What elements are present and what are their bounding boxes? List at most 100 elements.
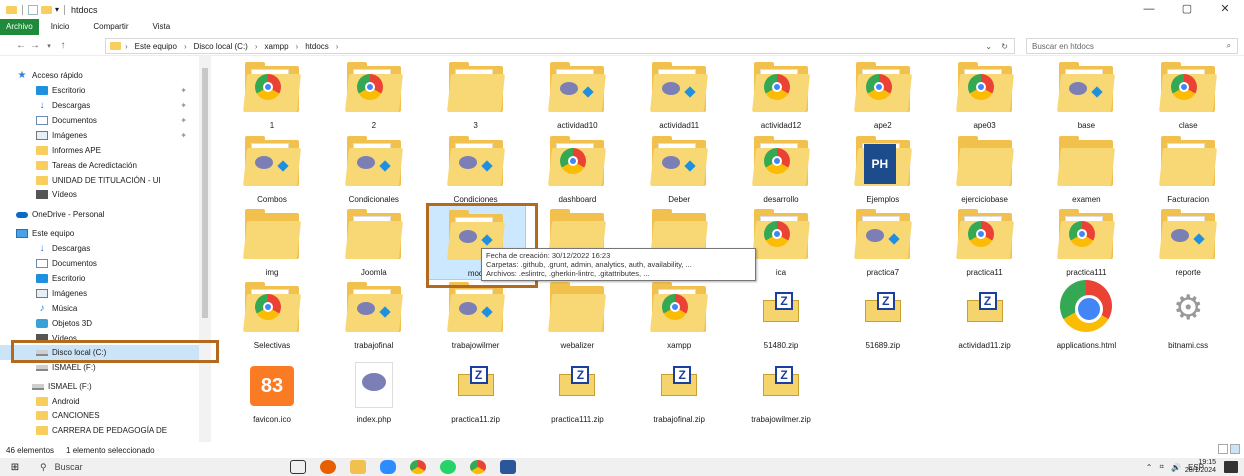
sidebar-item[interactable]: Android xyxy=(0,394,205,409)
sidebar-item[interactable]: Este equipo xyxy=(0,226,205,241)
file-item[interactable]: Facturacion xyxy=(1138,132,1238,207)
file-item[interactable]: Ztrabajowilmer.zip xyxy=(731,352,831,427)
file-item[interactable]: reporte xyxy=(1138,205,1238,280)
breadcrumb-htdocs[interactable]: htdocs xyxy=(302,42,332,51)
sidebar-item[interactable]: OneDrive - Personal xyxy=(0,207,205,222)
file-item[interactable]: 83 favicon.ico xyxy=(222,352,322,427)
scrollbar-thumb[interactable] xyxy=(202,68,208,318)
whatsapp-icon[interactable] xyxy=(440,460,456,474)
file-item[interactable]: Joomla xyxy=(324,205,424,280)
file-item[interactable]: practica111 xyxy=(1036,205,1136,280)
file-item[interactable]: Condiciones xyxy=(426,132,526,207)
network-icon[interactable]: ⌗ xyxy=(1160,462,1165,472)
new-folder-icon[interactable] xyxy=(41,5,52,14)
sidebar-item[interactable]: Tareas de Acredictación xyxy=(0,158,205,173)
file-item[interactable]: img xyxy=(222,205,322,280)
file-item[interactable]: trabajowilmer xyxy=(426,278,526,353)
sidebar-item[interactable]: ↓ Descargas ✦ xyxy=(0,98,205,113)
file-item[interactable]: ape2 xyxy=(833,58,933,133)
file-item[interactable]: ape03 xyxy=(935,58,1035,133)
sidebar-item[interactable]: ★ Acceso rápido xyxy=(0,68,205,83)
breadcrumb-xampp[interactable]: xampp xyxy=(262,42,292,51)
sidebar-item[interactable]: Imágenes ✦ xyxy=(0,128,205,143)
file-item[interactable]: Selectivas xyxy=(222,278,322,353)
sidebar-item[interactable]: Documentos ✦ xyxy=(0,113,205,128)
file-item[interactable]: Z 51480.zip xyxy=(731,278,831,353)
sidebar-item[interactable]: Informes APE xyxy=(0,143,205,158)
breadcrumb-disco-local[interactable]: Disco local (C:) xyxy=(191,42,251,51)
tab-vista[interactable]: Vista xyxy=(141,19,183,35)
sidebar-item[interactable]: UNIDAD DE TITULACIÓN - UI xyxy=(0,173,205,188)
back-arrow-icon[interactable]: ← xyxy=(14,40,28,51)
up-arrow-icon[interactable]: ↑ xyxy=(56,40,70,51)
maximize-button[interactable]: ▢ xyxy=(1168,0,1206,19)
sidebar-item[interactable]: Escritorio ✦ xyxy=(0,83,205,98)
file-item[interactable]: Deber xyxy=(629,132,729,207)
nav-scrollbar[interactable] xyxy=(199,56,211,442)
sidebar-item[interactable]: ↓ Descargas xyxy=(0,241,205,256)
task-view-icon[interactable] xyxy=(290,460,306,474)
file-item[interactable]: desarrollo xyxy=(731,132,831,207)
customize-toolbar-icon[interactable]: ▾ xyxy=(55,5,59,14)
file-item[interactable]: Z 51689.zip xyxy=(833,278,933,353)
forward-arrow-icon[interactable]: → xyxy=(28,40,42,51)
chrome-icon[interactable] xyxy=(410,460,426,474)
file-item[interactable]: index.php xyxy=(324,352,424,427)
file-item[interactable]: PH Ejemplos xyxy=(833,132,933,207)
sidebar-item[interactable]: Escritorio xyxy=(0,271,205,286)
large-icons-view-icon[interactable] xyxy=(1230,444,1240,454)
file-item[interactable]: base xyxy=(1036,58,1136,133)
file-item[interactable]: 3 xyxy=(426,58,526,133)
sidebar-item[interactable]: Objetos 3D xyxy=(0,316,205,331)
file-item[interactable]: Zactividad11.zip xyxy=(935,278,1035,353)
file-item[interactable]: practica11 xyxy=(935,205,1035,280)
chevron-up-icon[interactable]: ⌃ xyxy=(1146,463,1153,472)
file-item[interactable]: actividad11 xyxy=(629,58,729,133)
tab-archivo[interactable]: Archivo xyxy=(0,19,39,35)
firefox-icon[interactable] xyxy=(320,460,336,474)
file-item[interactable]: trabajofinal xyxy=(324,278,424,353)
sidebar-item[interactable]: CARRERA DE PEDAGOGÍA DE xyxy=(0,423,205,438)
tab-inicio[interactable]: Inicio xyxy=(39,19,82,35)
file-item[interactable]: webalizer xyxy=(527,278,627,353)
details-view-icon[interactable] xyxy=(1218,444,1228,454)
sidebar-item[interactable]: Documentos xyxy=(0,256,205,271)
file-item[interactable]: Combos xyxy=(222,132,322,207)
file-item[interactable]: applications.html xyxy=(1036,278,1136,353)
tab-compartir[interactable]: Compartir xyxy=(81,19,140,35)
file-item[interactable]: Condicionales xyxy=(324,132,424,207)
chevron-right-icon[interactable]: › xyxy=(336,42,339,51)
file-item[interactable]: Zpractica11.zip xyxy=(426,352,526,427)
word-icon[interactable] xyxy=(500,460,516,474)
file-item[interactable]: ejerciciobase xyxy=(935,132,1035,207)
file-item[interactable]: Zpractica111.zip xyxy=(527,352,627,427)
chrome-alt-icon[interactable] xyxy=(470,460,486,474)
sidebar-item[interactable]: ♪ Música xyxy=(0,301,205,316)
sidebar-item[interactable]: ISMAEL (F:) xyxy=(0,379,205,394)
file-item[interactable]: dashboard xyxy=(527,132,627,207)
file-item[interactable]: 2 xyxy=(324,58,424,133)
sidebar-item[interactable]: Vídeos xyxy=(0,187,205,202)
clock[interactable]: 19:15 28/1/2024 xyxy=(1185,458,1216,475)
notifications-icon[interactable] xyxy=(1224,461,1238,473)
sidebar-item[interactable]: CANCIONES xyxy=(0,408,205,423)
recent-chevron-icon[interactable]: ▾ xyxy=(42,42,56,50)
file-item[interactable]: clase xyxy=(1138,58,1238,133)
taskbar-search[interactable]: ⚲ Buscar xyxy=(30,462,170,473)
close-button[interactable]: ✕ xyxy=(1206,0,1244,19)
address-bar[interactable]: › Este equipo › Disco local (C:) › xampp… xyxy=(105,38,1015,54)
breadcrumb-este-equipo[interactable]: Este equipo xyxy=(132,42,180,51)
volume-icon[interactable]: 🔊 xyxy=(1171,463,1181,472)
windows-start-icon[interactable]: ⊞ xyxy=(0,462,30,473)
file-item[interactable]: 1 xyxy=(222,58,322,133)
address-dropdown-icon[interactable]: ⌄ xyxy=(985,42,992,51)
properties-icon[interactable] xyxy=(28,4,38,15)
file-item[interactable]: actividad12 xyxy=(731,58,831,133)
file-item[interactable]: actividad10 xyxy=(527,58,627,133)
chevron-right-icon[interactable]: › xyxy=(296,42,299,51)
file-item[interactable]: xampp xyxy=(629,278,729,353)
search-input[interactable]: Buscar en htdocs ⌕ xyxy=(1026,38,1238,54)
zoom-icon[interactable] xyxy=(380,460,396,474)
chevron-right-icon[interactable]: › xyxy=(125,42,128,51)
file-item[interactable]: practica7 xyxy=(833,205,933,280)
